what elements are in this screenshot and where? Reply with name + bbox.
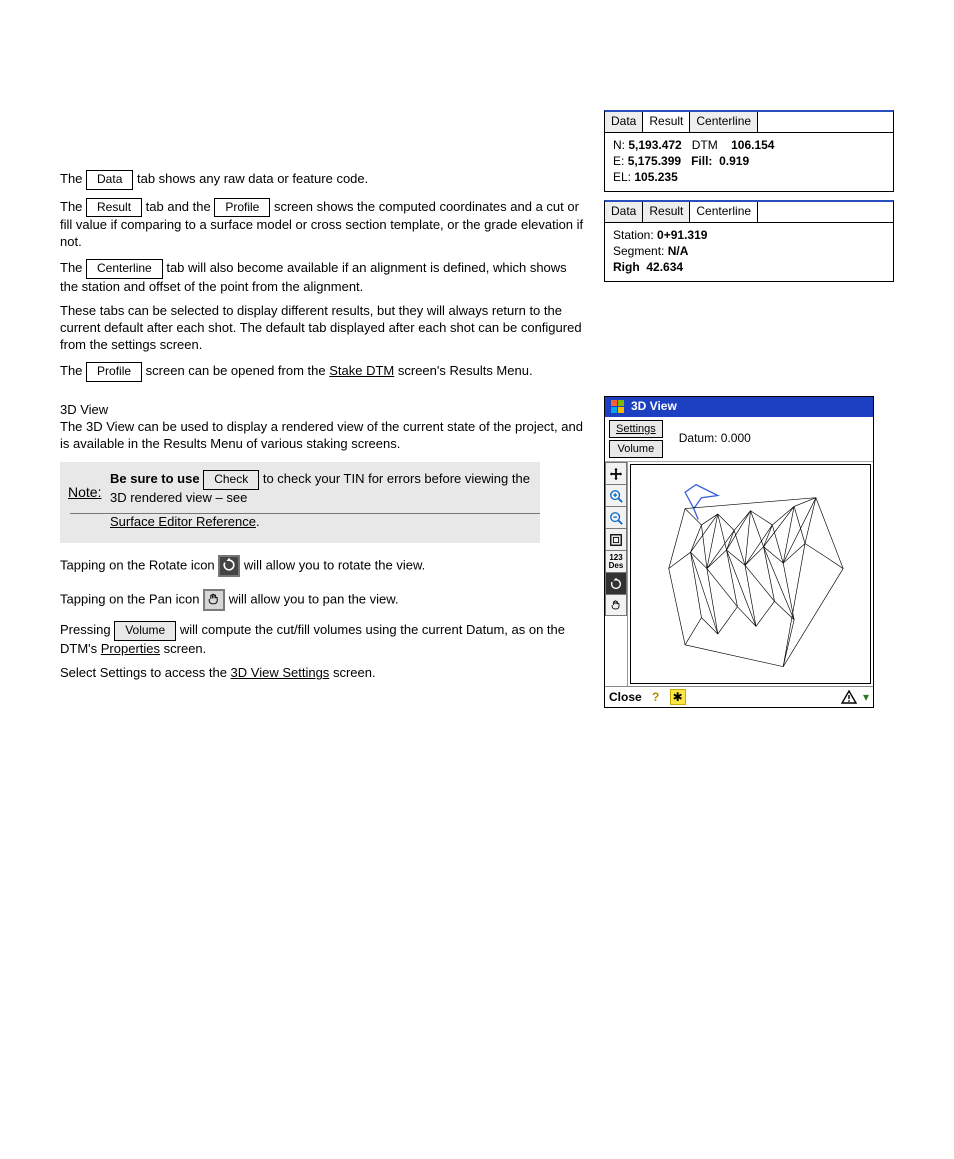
segment-value: N/A <box>668 244 689 258</box>
centerline-panel-tabs: Data Result Centerline <box>605 202 893 223</box>
n-value: 5,193.472 <box>628 138 681 152</box>
result-panel-body: N: 5,193.472 DTM 106.154 E: 5,175.399 Fi… <box>605 133 893 192</box>
tab-result[interactable]: Result <box>643 112 690 132</box>
zoom-extents-tool-icon[interactable] <box>605 528 627 550</box>
stake-dtm-link[interactable]: Stake DTM <box>329 363 394 378</box>
data-tab-button[interactable]: Data <box>86 170 133 190</box>
rotate-icon[interactable] <box>218 555 240 577</box>
pan-tool-icon[interactable] <box>605 594 627 616</box>
centerline-tab-button[interactable]: Centerline <box>86 259 163 279</box>
move-tool-icon[interactable] <box>605 462 627 484</box>
pan-tip: Tapping on the Pan icon will allow you t… <box>60 587 584 611</box>
check-button[interactable]: Check <box>203 470 259 490</box>
volume-tip: Pressing Volume will compute the cut/fil… <box>60 621 584 657</box>
3d-view-title: 3D View <box>631 399 677 415</box>
status-star-icon[interactable]: ✱ <box>670 689 686 705</box>
settings-button[interactable]: Settings <box>609 420 663 438</box>
tab-data-2[interactable]: Data <box>605 202 643 222</box>
fill-value: 0.919 <box>719 154 749 168</box>
tab-centerline-2[interactable]: Centerline <box>690 202 758 222</box>
tab-data[interactable]: Data <box>605 112 643 132</box>
el-value: 105.235 <box>634 170 677 184</box>
intro-p3: The Centerline tab will also become avai… <box>60 259 584 295</box>
surface-editor-ref-link[interactable]: Surface Editor Reference <box>110 514 256 529</box>
tab-result-2[interactable]: Result <box>643 202 690 222</box>
profile-button-ref1[interactable]: Profile <box>214 198 270 218</box>
windows-flag-icon <box>609 399 627 415</box>
zoom-out-tool-icon[interactable] <box>605 506 627 528</box>
profile-button-ref2[interactable]: Profile <box>86 362 142 382</box>
intro-p5: The Profile screen can be opened from th… <box>60 362 584 382</box>
close-button[interactable]: Close <box>609 690 642 706</box>
station-value: 0+91.319 <box>657 228 707 242</box>
tab-centerline[interactable]: Centerline <box>690 112 758 132</box>
note-block: Be sure to use Check to check your TIN f… <box>60 462 540 543</box>
threeD-intro-para: The 3D View can be used to display a ren… <box>60 419 584 453</box>
help-icon[interactable]: ? <box>648 689 664 705</box>
centerline-panel: Data Result Centerline Station: 0+91.319… <box>604 200 894 282</box>
intro-text-column: The Data tab shows any raw data or featu… <box>60 110 604 390</box>
intro-p2: The Result tab and the Profile screen sh… <box>60 198 584 251</box>
intro-p4: These tabs can be selected to display di… <box>60 303 584 354</box>
centerline-panel-body: Station: 0+91.319 Segment: N/A Righ 42.6… <box>605 223 893 282</box>
warning-icon[interactable] <box>841 689 857 705</box>
viewport-tool-strip: 123Des <box>605 462 628 686</box>
rotate-tool-icon[interactable] <box>605 572 627 594</box>
3d-viewport[interactable] <box>630 464 871 684</box>
result-panel-tabs: Data Result Centerline <box>605 112 893 133</box>
result-tab-button[interactable]: Result <box>86 198 142 218</box>
volume-button[interactable]: Volume <box>609 440 663 458</box>
section-title-3dview: 3D View <box>60 402 584 419</box>
note-label: Note: <box>68 483 101 501</box>
intro-p1: The Data tab shows any raw data or featu… <box>60 170 584 190</box>
rotate-tip: Tapping on the Rotate icon will allow yo… <box>60 553 584 577</box>
dropdown-arrow-icon[interactable]: ▾ <box>863 690 869 706</box>
result-panel: Data Result Centerline N: 5,193.472 DTM … <box>604 110 894 192</box>
3d-view-statusbar: Close ? ✱ ▾ <box>605 686 873 707</box>
righ-value: 42.634 <box>646 260 683 274</box>
3d-view-settings-link[interactable]: 3D View Settings <box>231 665 330 680</box>
settings-tip: Select Settings to access the 3D View Se… <box>60 665 584 682</box>
info-tool-icon[interactable]: 123Des <box>605 550 627 572</box>
zoom-in-tool-icon[interactable] <box>605 484 627 506</box>
e-value: 5,175.399 <box>628 154 681 168</box>
properties-link[interactable]: Properties <box>101 641 160 656</box>
pan-icon[interactable] <box>203 589 225 611</box>
dtm-value: 106.154 <box>731 138 774 152</box>
datum-readout: Datum: 0.000 <box>667 431 751 447</box>
3d-view-window: 3D View Settings Volume Datum: 0.000 <box>604 396 874 709</box>
3d-view-titlebar: 3D View <box>605 397 873 417</box>
volume-button-ref[interactable]: Volume <box>114 621 176 641</box>
